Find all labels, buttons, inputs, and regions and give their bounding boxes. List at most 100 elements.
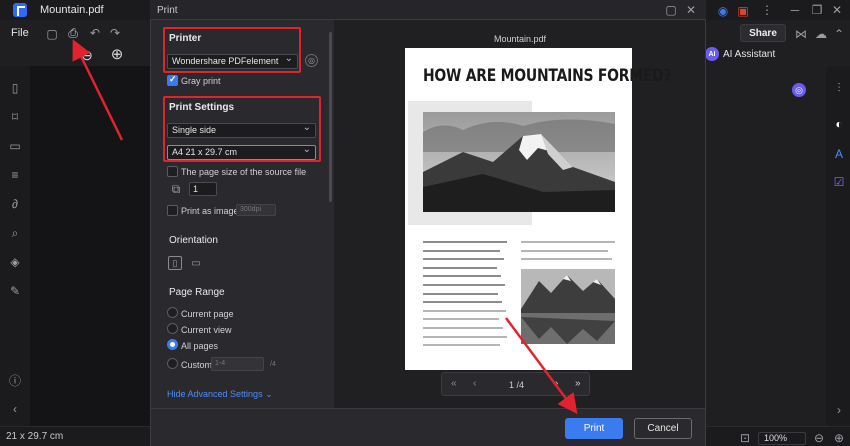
print-icon[interactable]: ⎙ (66, 26, 80, 40)
landscape-orientation-icon[interactable]: ▭ (189, 256, 203, 270)
orientation-section-title: Orientation (169, 235, 218, 246)
properties-sliders-icon[interactable]: ⫶ (832, 81, 846, 95)
save-icon[interactable]: ▢ (45, 27, 59, 41)
all-pages-label: All pages (181, 341, 219, 351)
print-settings-highlight-box (163, 96, 321, 162)
dialog-header (150, 0, 706, 20)
check-document-icon[interactable]: ☑ (832, 175, 846, 189)
zoom-in-icon[interactable]: ⊕ (110, 46, 124, 63)
radio-current-page[interactable] (167, 307, 178, 318)
printer-highlight-box (163, 27, 301, 73)
text-line (423, 344, 500, 347)
text-line (423, 301, 502, 304)
ai-float-icon[interactable]: ◎ (792, 83, 806, 97)
chat-bot-icon[interactable]: ◐ (832, 117, 846, 131)
next-page-icon[interactable]: › (555, 378, 558, 389)
zoom-plus-icon[interactable]: ⊕ (832, 431, 846, 445)
share-button[interactable]: Share (740, 24, 786, 42)
radio-custom[interactable] (167, 358, 178, 369)
text-line (423, 327, 503, 329)
notification-icon[interactable]: ▣ (736, 4, 750, 18)
collapse-right-icon[interactable]: › (832, 403, 846, 417)
radio-current-view[interactable] (167, 323, 178, 334)
cancel-button[interactable]: Cancel (634, 418, 692, 439)
document-canvas (30, 66, 150, 426)
app-logo-icon (13, 3, 27, 17)
translate-icon[interactable]: A (832, 147, 846, 161)
signature-icon[interactable]: ✎ (8, 284, 22, 298)
portrait-orientation-icon[interactable]: ▯ (168, 256, 182, 270)
account-icon[interactable]: ◉ (716, 4, 730, 18)
page-heading: HOW ARE MOUNTAINS FORMED? (423, 66, 672, 86)
current-page-label: Current page (181, 309, 234, 319)
fit-page-icon[interactable]: ⊡ (738, 431, 752, 445)
text-line (423, 241, 507, 243)
text-line (423, 284, 505, 286)
radio-all-pages[interactable] (167, 339, 178, 350)
help-icon[interactable]: ⓘ (8, 373, 22, 388)
zoom-out-icon[interactable]: ⊖ (80, 47, 94, 63)
file-menu[interactable]: File (11, 27, 29, 39)
bookmark-icon[interactable]: ⌑ (8, 110, 22, 124)
restore-icon[interactable]: ❐ (810, 3, 824, 17)
dialog-maximize-icon[interactable]: ▢ (664, 3, 678, 17)
current-view-label: Current view (181, 325, 232, 335)
text-line (423, 318, 499, 321)
first-page-icon[interactable]: « (451, 378, 457, 389)
text-line (423, 335, 507, 338)
gray-print-label: Gray print (181, 76, 221, 86)
text-line (423, 292, 498, 295)
dpi-select[interactable]: 300dpi (236, 204, 276, 216)
window-close-icon[interactable]: ✕ (830, 3, 844, 17)
attachment-icon[interactable]: ∂ (8, 197, 22, 211)
text-line (423, 275, 501, 278)
redo-icon[interactable]: ↷ (108, 26, 122, 40)
hide-advanced-settings-link[interactable]: Hide Advanced Settings ⌄ (167, 389, 273, 400)
last-page-icon[interactable]: » (575, 378, 581, 389)
ai-assistant-menu[interactable]: AI Assistant (723, 49, 775, 60)
share-network-icon[interactable]: ⋈ (794, 27, 808, 41)
text-line (521, 258, 612, 261)
search-icon[interactable]: ⌕ (8, 226, 22, 240)
gray-print-checkbox[interactable] (167, 74, 178, 86)
page-size-status: 21 x 29.7 cm (6, 431, 64, 442)
collapse-left-icon[interactable]: ‹ (8, 402, 22, 416)
page-thumbnail-icon[interactable]: ▯ (8, 81, 22, 95)
text-line (521, 249, 608, 252)
undo-icon[interactable]: ↶ (88, 26, 102, 40)
zoom-select[interactable]: 100% (758, 432, 806, 445)
source-page-size-label: The page size of the source file (181, 167, 307, 177)
text-line (423, 266, 497, 269)
copies-icon: ⧉ (171, 181, 181, 196)
settings-scrollbar[interactable] (329, 32, 332, 202)
printer-settings-icon[interactable]: ◎ (305, 54, 318, 67)
copies-stepper[interactable]: 1 (189, 182, 217, 196)
dialog-close-icon[interactable]: ✕ (684, 3, 698, 17)
custom-label: Custom (181, 360, 213, 370)
expand-icon[interactable]: ⌃ (832, 27, 846, 41)
print-button[interactable]: Print (565, 418, 623, 439)
comment-icon[interactable]: ▭ (8, 139, 22, 153)
zoom-minus-icon[interactable]: ⊖ (812, 431, 826, 445)
text-line (423, 258, 504, 261)
print-as-image-label: Print as image (181, 206, 239, 216)
text-line (423, 309, 506, 312)
print-as-image-checkbox[interactable] (167, 205, 178, 216)
custom-range-input[interactable]: 1-4 (211, 357, 264, 371)
chevron-down-icon: ⌄ (265, 389, 273, 399)
source-page-size-checkbox[interactable] (167, 166, 178, 177)
lake-photo (521, 269, 615, 344)
preview-file-name: Mountain.pdf (494, 34, 547, 44)
page-indicator: 1 /4 (509, 380, 525, 390)
page-range-section-title: Page Range (169, 287, 225, 298)
cloud-upload-icon[interactable]: ☁ (814, 27, 828, 41)
layers-list-icon[interactable]: ≡ (8, 168, 22, 182)
minimize-icon[interactable]: ─ (788, 3, 802, 17)
prev-page-icon[interactable]: ‹ (473, 378, 476, 389)
text-line (521, 241, 615, 243)
dialog-title: Print (157, 5, 178, 16)
layers-icon[interactable]: ◈ (8, 255, 22, 269)
ai-assistant-icon[interactable]: AI (705, 47, 719, 61)
more-options-icon[interactable]: ⋮ (760, 3, 774, 17)
window-title: Mountain.pdf (40, 4, 104, 16)
